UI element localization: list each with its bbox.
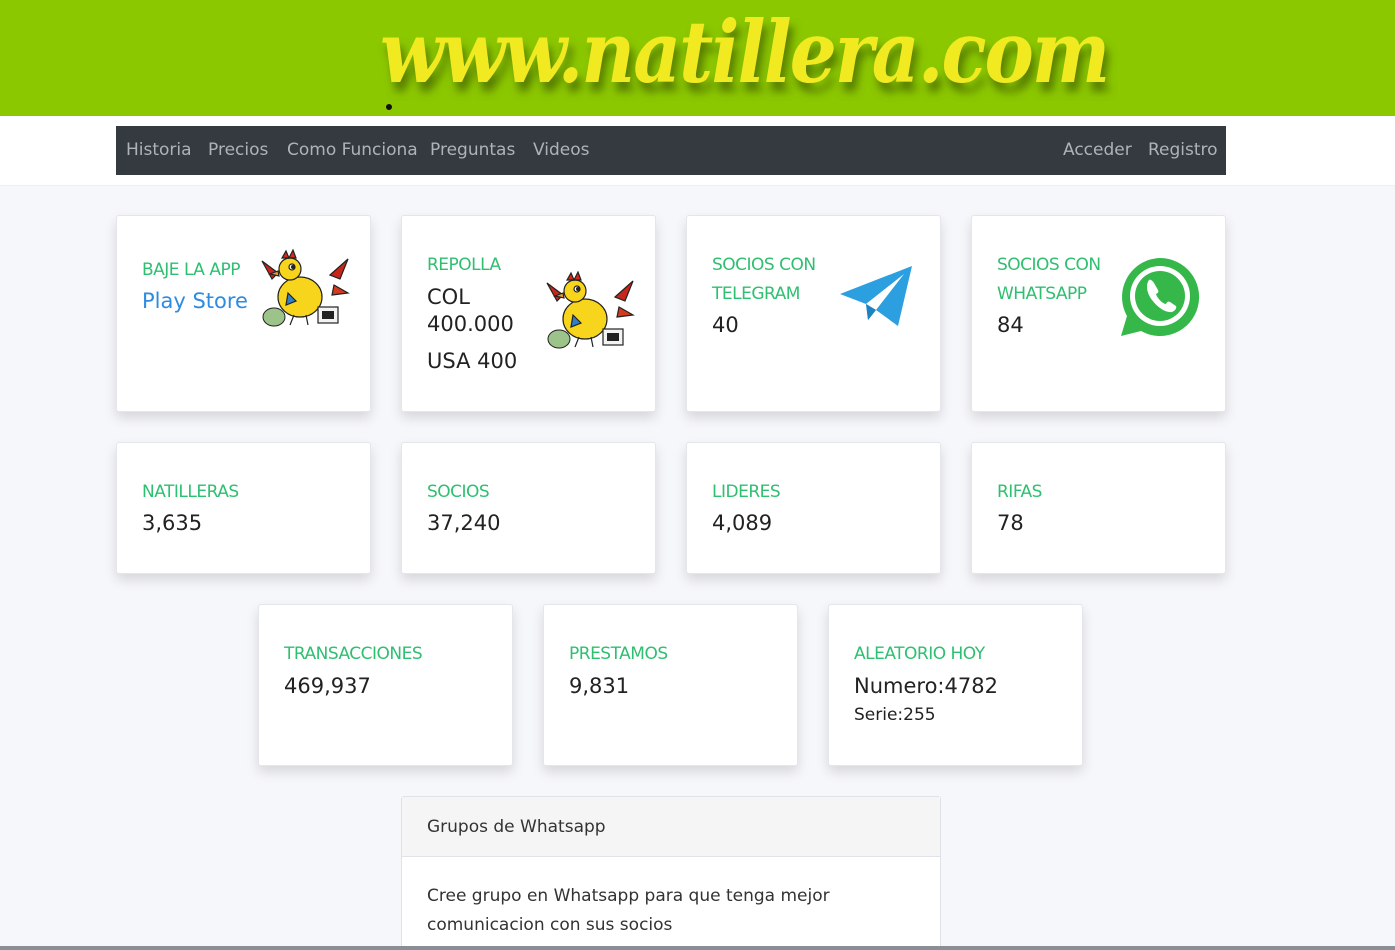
- card-socios: SOCIOS 37,240: [401, 442, 656, 574]
- card-telegram-title-line2: TELEGRAM: [712, 284, 800, 304]
- nav-preguntas[interactable]: Preguntas: [430, 126, 515, 175]
- nav-band: Historia Precios Como Funciona Preguntas…: [0, 116, 1395, 186]
- prestamos-count: 9,831: [569, 674, 630, 698]
- rifas-count: 78: [997, 511, 1024, 535]
- nav-historia[interactable]: Historia: [126, 126, 192, 175]
- whatsapp-groups-text: Cree grupo en Whatsapp para que tenga me…: [427, 886, 830, 935]
- card-repolla: REPOLLA COL 400.000 USA 400: [401, 215, 656, 412]
- repolla-line-col: COL: [427, 285, 470, 309]
- header-banner: www.natillera.com: [0, 0, 1395, 116]
- rooster-mascot-icon: [261, 249, 350, 327]
- site-logo[interactable]: www.natillera.com: [380, 4, 1110, 103]
- whatsapp-groups-title: Grupos de Whatsapp: [427, 817, 606, 837]
- card-telegram: SOCIOS CON TELEGRAM 40: [686, 215, 941, 412]
- card-aleatorio: ALEATORIO HOY Numero:4782 Serie:255: [828, 604, 1083, 766]
- card-repolla-title: REPOLLA: [427, 255, 501, 275]
- socios-count: 37,240: [427, 511, 501, 535]
- card-app: BAJE LA APP Play Store: [116, 215, 371, 412]
- card-rifas: RIFAS 78: [971, 442, 1226, 574]
- card-telegram-title-line1: SOCIOS CON: [712, 255, 816, 275]
- telegram-icon[interactable]: [838, 264, 914, 328]
- nav-acceder[interactable]: Acceder: [1063, 126, 1132, 175]
- card-transacciones: TRANSACCIONES 469,937: [258, 604, 513, 766]
- nav-videos[interactable]: Videos: [533, 126, 590, 175]
- card-rifas-title: RIFAS: [997, 482, 1042, 502]
- logo-dot: [386, 104, 392, 110]
- card-transacciones-title: TRANSACCIONES: [284, 644, 423, 664]
- repolla-line-usa: USA 400: [427, 349, 518, 373]
- repolla-line-amount: 400.000: [427, 312, 514, 336]
- card-whatsapp: SOCIOS CON WHATSAPP 84: [971, 215, 1226, 412]
- nav-como-funciona[interactable]: Como Funciona: [287, 126, 418, 175]
- navbar: Historia Precios Como Funciona Preguntas…: [116, 126, 1226, 175]
- bottom-divider: [0, 946, 1395, 950]
- nav-precios[interactable]: Precios: [208, 126, 268, 175]
- card-natilleras-title: NATILLERAS: [142, 482, 239, 502]
- transacciones-count: 469,937: [284, 674, 371, 698]
- card-prestamos: PRESTAMOS 9,831: [543, 604, 798, 766]
- play-store-link[interactable]: Play Store: [142, 289, 248, 313]
- card-lideres-title: LIDERES: [712, 482, 781, 502]
- card-natilleras: NATILLERAS 3,635: [116, 442, 371, 574]
- card-whatsapp-title-line2: WHATSAPP: [997, 284, 1087, 304]
- nav-registro[interactable]: Registro: [1148, 126, 1218, 175]
- lideres-count: 4,089: [712, 511, 773, 535]
- whatsapp-groups-header: Grupos de Whatsapp: [402, 797, 940, 857]
- whatsapp-icon[interactable]: [1119, 256, 1201, 338]
- rooster-mascot-icon: [546, 271, 635, 349]
- whatsapp-count: 84: [997, 313, 1024, 337]
- card-lideres: LIDERES 4,089: [686, 442, 941, 574]
- card-app-title: BAJE LA APP: [142, 260, 240, 280]
- card-prestamos-title: PRESTAMOS: [569, 644, 668, 664]
- whatsapp-groups-card: Grupos de Whatsapp Cree grupo en Whatsap…: [401, 796, 941, 950]
- aleatorio-serie: Serie:255: [854, 705, 936, 725]
- card-aleatorio-title: ALEATORIO HOY: [854, 644, 985, 664]
- card-whatsapp-title-line1: SOCIOS CON: [997, 255, 1101, 275]
- aleatorio-numero: Numero:4782: [854, 674, 998, 698]
- card-socios-title: SOCIOS: [427, 482, 490, 502]
- telegram-count: 40: [712, 313, 739, 337]
- natilleras-count: 3,635: [142, 511, 203, 535]
